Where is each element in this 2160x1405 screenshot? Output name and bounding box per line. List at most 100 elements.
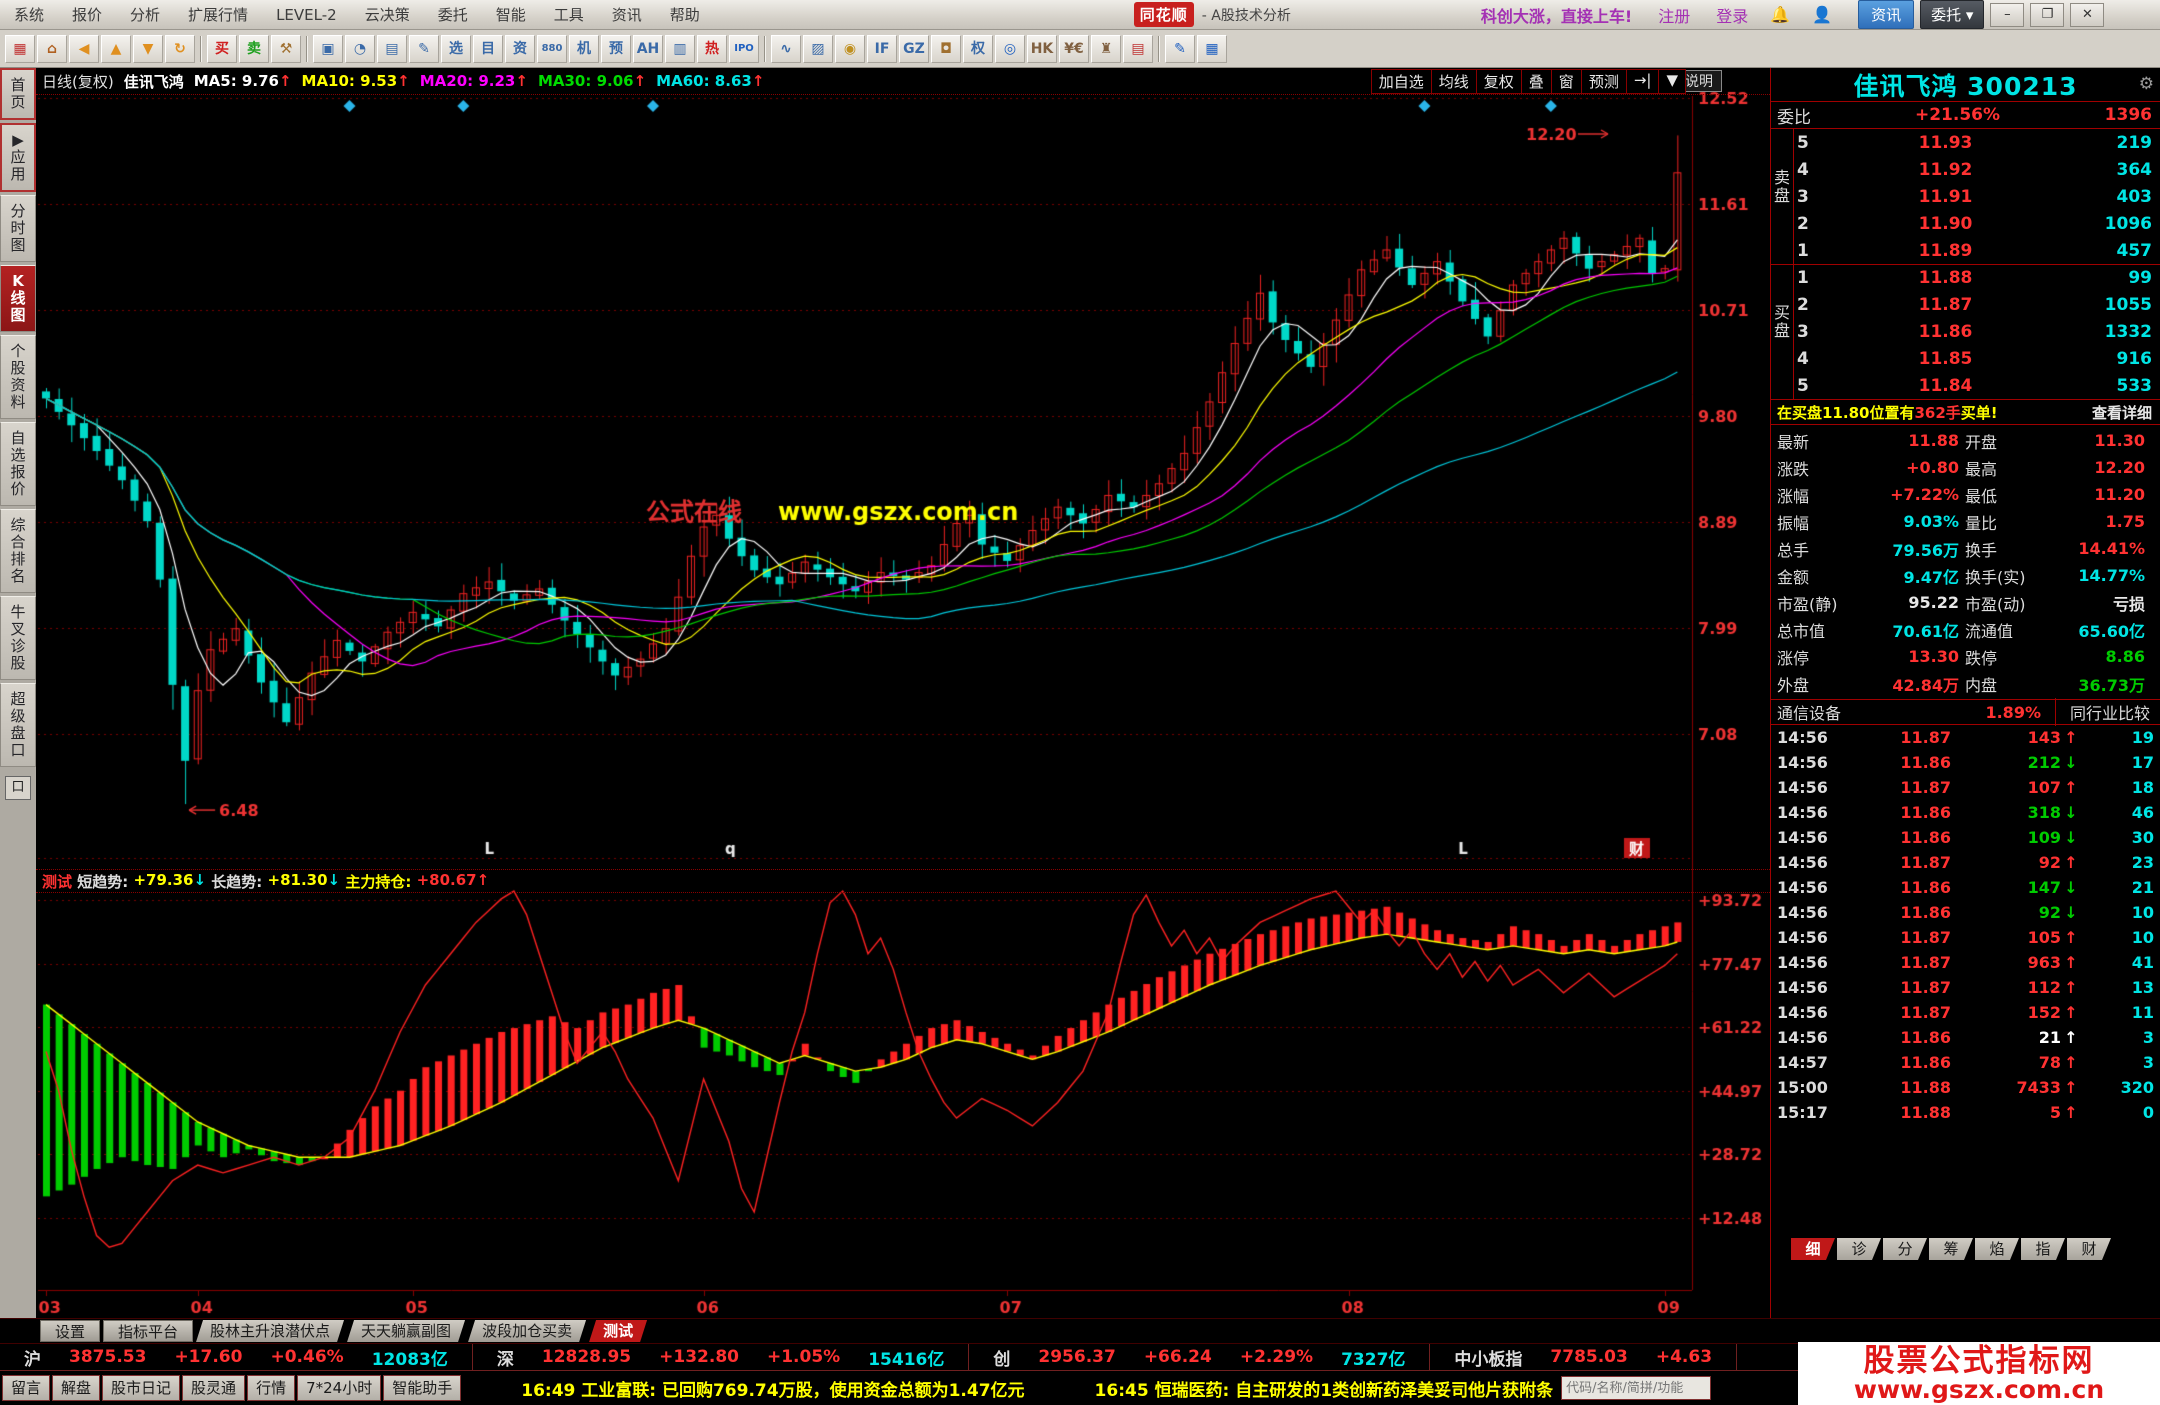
- menu-item-3[interactable]: 扩展行情: [174, 0, 262, 30]
- right-tab-细[interactable]: 细: [1791, 1238, 1835, 1260]
- bottom-tab-测试[interactable]: 测试: [589, 1320, 647, 1342]
- coin-icon[interactable]: ◉: [835, 34, 865, 63]
- news-icon[interactable]: ▥: [665, 34, 695, 63]
- right-tab-分[interactable]: 分: [1883, 1238, 1927, 1260]
- index-中小板指[interactable]: 中小板指 7785.03 +4.63: [1430, 1344, 1738, 1370]
- menu-item-5[interactable]: 云决策: [351, 0, 424, 30]
- industry-compare-link[interactable]: 同行业比较: [2054, 698, 2160, 726]
- bottom-tab-天天躺赢副图[interactable]: 天天躺赢副图: [347, 1320, 465, 1342]
- kline-canvas[interactable]: [36, 68, 1770, 1318]
- pick-icon[interactable]: 选: [441, 34, 471, 63]
- restore-button[interactable]: ❐: [2030, 2, 2065, 27]
- bank-icon[interactable]: ♜: [1091, 34, 1121, 63]
- home-icon[interactable]: ⌂: [37, 34, 67, 63]
- sidebar-item-超级盘口[interactable]: 超级盘口: [0, 683, 36, 767]
- index-沪[interactable]: 沪 3875.53 +17.60 +0.46% 12083亿: [0, 1344, 473, 1370]
- bottom-tab-波段加仓买卖[interactable]: 波段加仓买卖: [468, 1320, 586, 1342]
- close-button[interactable]: ✕: [2070, 2, 2105, 27]
- auction-icon[interactable]: ⚒: [271, 34, 301, 63]
- right-tab-财[interactable]: 财: [2067, 1238, 2111, 1260]
- news-ticker-2[interactable]: 16:45 恒瑞医药: 自主研发的1类创新药泽美妥司他片获附条: [1095, 1376, 1554, 1401]
- if-icon[interactable]: IF: [867, 34, 897, 63]
- bottom-button-股灵通[interactable]: 股灵通: [182, 1375, 246, 1401]
- bbo-icon[interactable]: 880: [537, 34, 567, 63]
- gz-icon[interactable]: GZ: [899, 34, 929, 63]
- sidebar-item-综合排名[interactable]: 综合排名: [0, 509, 36, 593]
- news-ticker-1[interactable]: 16:49 工业富联: 已回购769.74万股，使用资金总额为1.47亿元: [521, 1376, 1024, 1401]
- right-tab-指[interactable]: 指: [2021, 1238, 2065, 1260]
- bottom-button-智能助手[interactable]: 智能助手: [383, 1375, 462, 1401]
- robot-icon[interactable]: 机: [569, 34, 599, 63]
- index-深[interactable]: 深 12828.95 +132.80 +1.05% 15416亿: [473, 1344, 970, 1370]
- multichart-icon[interactable]: ▦: [1197, 34, 1227, 63]
- hk-icon[interactable]: HK: [1027, 34, 1057, 63]
- sidebar-item-▶应用[interactable]: ▶ 应用: [0, 123, 36, 192]
- right-tab-焰[interactable]: 焰: [1975, 1238, 2019, 1260]
- ah-icon[interactable]: AH: [633, 34, 663, 63]
- bottom-tab-股林主升浪潜伏点[interactable]: 股林主升浪潜伏点: [196, 1320, 344, 1342]
- code-search-input[interactable]: [1561, 1376, 1712, 1400]
- clock-icon[interactable]: ◔: [345, 34, 375, 63]
- notice-part-3[interactable]: 查看详细: [2092, 402, 2160, 423]
- chart-button-复权[interactable]: 复权: [1475, 69, 1522, 94]
- favorites-icon[interactable]: ▣: [313, 34, 343, 63]
- chart-button-预测[interactable]: 预测: [1580, 69, 1627, 94]
- draw-icon[interactable]: ✎: [1165, 34, 1195, 63]
- menu-item-10[interactable]: 帮助: [656, 0, 714, 30]
- bottom-tab-指标平台[interactable]: 指标平台: [103, 1320, 194, 1342]
- down-icon[interactable]: ▼: [133, 34, 163, 63]
- sidebar-item-分时图[interactable]: 分时图: [0, 195, 36, 262]
- menu-item-2[interactable]: 分析: [116, 0, 174, 30]
- globe-icon[interactable]: ◎: [995, 34, 1025, 63]
- right-tab-筹[interactable]: 筹: [1929, 1238, 1973, 1260]
- sidebar-item-首页[interactable]: 首页: [0, 68, 36, 120]
- chart-button-▼[interactable]: ▼: [1658, 69, 1686, 94]
- order-notice[interactable]: 在买盘11.80位置有 362手 买单! 查看详细: [1771, 400, 2160, 425]
- bag-icon[interactable]: ◘: [931, 34, 961, 63]
- refresh-icon[interactable]: ↻: [165, 34, 195, 63]
- sidebar-item-牛叉诊股[interactable]: 牛叉诊股: [0, 596, 36, 680]
- bottom-button-行情[interactable]: 行情: [247, 1375, 296, 1401]
- sidebar-item-K线图[interactable]: K线图: [0, 265, 36, 332]
- chart-button-→|[interactable]: →|: [1625, 69, 1660, 94]
- news-button[interactable]: 资讯: [1858, 0, 1915, 29]
- menu-item-7[interactable]: 智能: [482, 0, 540, 30]
- bottom-button-7*24小时[interactable]: 7*24小时: [297, 1375, 382, 1401]
- bottom-button-解盘[interactable]: 解盘: [52, 1375, 101, 1401]
- trade-button[interactable]: 委托 ▾: [1920, 0, 1985, 29]
- index-创[interactable]: 创 2956.37 +66.24 +2.29% 7327亿: [969, 1344, 1431, 1370]
- chart-button-均线[interactable]: 均线: [1430, 69, 1477, 94]
- menu-item-4[interactable]: LEVEL-2: [262, 0, 351, 30]
- menu-item-8[interactable]: 工具: [540, 0, 598, 30]
- ipo-icon[interactable]: IPO: [729, 34, 759, 63]
- hot-icon[interactable]: 热: [697, 34, 727, 63]
- sidebar-item-个股资料[interactable]: 个股资料: [0, 335, 36, 419]
- chart-period-label[interactable]: 日线(复权): [42, 71, 114, 92]
- bottom-tab-设置[interactable]: 设置: [40, 1320, 101, 1342]
- usflag-icon[interactable]: ▤: [1123, 34, 1153, 63]
- rights-icon[interactable]: 权: [963, 34, 993, 63]
- forecast-icon[interactable]: 预: [601, 34, 631, 63]
- sell-icon[interactable]: 卖: [239, 34, 269, 63]
- user-icon[interactable]: 👤: [1812, 5, 1832, 24]
- sidebar-item-自选报价[interactable]: 自选报价: [0, 422, 36, 506]
- color-grid-icon[interactable]: ▦: [5, 34, 35, 63]
- login-link[interactable]: 登录: [1716, 3, 1748, 27]
- kline-icon[interactable]: ▨: [803, 34, 833, 63]
- chart-button-窗[interactable]: 窗: [1550, 69, 1582, 94]
- menu-item-0[interactable]: 系统: [0, 0, 58, 30]
- gear-icon[interactable]: ⚙: [2139, 74, 2154, 94]
- back-icon[interactable]: ◀: [69, 34, 99, 63]
- right-tab-诊[interactable]: 诊: [1837, 1238, 1881, 1260]
- bottom-button-留言[interactable]: 留言: [2, 1375, 51, 1401]
- report-icon[interactable]: ▤: [377, 34, 407, 63]
- buy-icon[interactable]: 买: [207, 34, 237, 63]
- industry-name[interactable]: 通信设备: [1771, 700, 1841, 724]
- minimize-button[interactable]: –: [1990, 2, 2025, 27]
- notification-bell-icon[interactable]: 🔔: [1770, 5, 1790, 24]
- edit-icon[interactable]: ✎: [409, 34, 439, 63]
- register-link[interactable]: 注册: [1658, 3, 1690, 27]
- board-icon[interactable]: 目: [473, 34, 503, 63]
- chart-button-加自选[interactable]: 加自选: [1370, 69, 1432, 94]
- up-icon[interactable]: ▲: [101, 34, 131, 63]
